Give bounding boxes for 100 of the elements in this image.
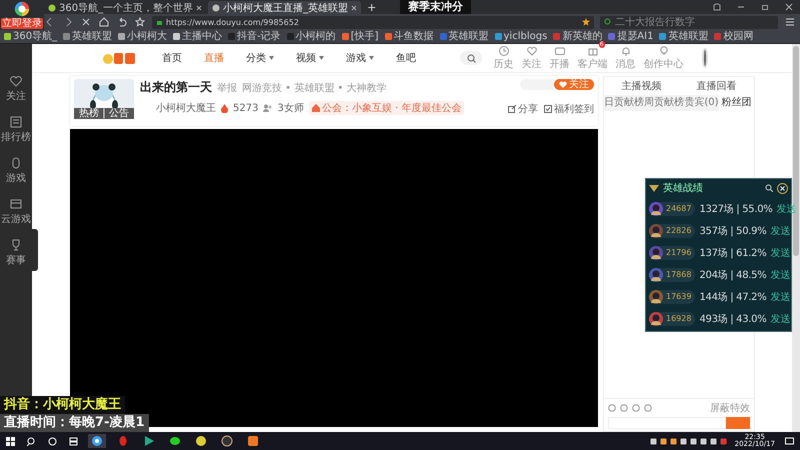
tab-title: 小柯柯大魔王直播_英雄联盟 bbox=[223, 2, 348, 14]
address-field[interactable]: https://www.douyu.com/9985652 bbox=[152, 16, 594, 28]
match-record: 493场 | 43.0% bbox=[699, 312, 766, 326]
browser-tab[interactable]: 360导航_一个主页，整个世界 bbox=[44, 1, 206, 14]
bookmark-icon bbox=[342, 33, 349, 40]
task-view-icon[interactable] bbox=[69, 436, 78, 446]
lock-icon bbox=[156, 18, 163, 26]
menu-icon[interactable] bbox=[785, 17, 795, 27]
bookmark[interactable]: 提瑟AI1 bbox=[608, 30, 654, 42]
bookmark[interactable]: 校园网 bbox=[714, 30, 754, 42]
send-link[interactable]: 发送 bbox=[776, 202, 796, 216]
room-action[interactable]: 分享 bbox=[508, 102, 538, 116]
nav-link[interactable]: 鱼吧 bbox=[396, 51, 416, 65]
close-icon[interactable] bbox=[785, 3, 793, 11]
send-link[interactable]: 发送 bbox=[770, 312, 790, 326]
hero-score: 16928 bbox=[666, 314, 692, 323]
panel-tab[interactable]: 主播视频 bbox=[604, 79, 679, 93]
close-icon[interactable] bbox=[777, 182, 788, 194]
bookmark[interactable]: 360导航_ bbox=[4, 30, 58, 42]
nav-link[interactable]: 视频 bbox=[296, 51, 324, 65]
circle-icon[interactable] bbox=[48, 436, 57, 446]
close-icon[interactable] bbox=[196, 4, 202, 10]
bookmark[interactable]: 新英雄的 bbox=[553, 30, 602, 42]
rank-tab[interactable]: 周贡献榜 bbox=[644, 95, 684, 111]
chat-input-field[interactable] bbox=[608, 417, 726, 429]
room-action[interactable]: 福利签到 bbox=[544, 102, 594, 116]
box-icon[interactable] bbox=[9, 197, 23, 211]
streamer-name[interactable]: 小柯柯大魔王 bbox=[156, 101, 216, 115]
bookmark[interactable]: 小柯柯的 bbox=[286, 30, 336, 42]
panel-tab[interactable]: 直播回看 bbox=[679, 79, 754, 93]
browser-tab[interactable]: 小柯柯大魔王直播_英雄联盟 bbox=[208, 1, 362, 14]
heart-icon bbox=[559, 81, 567, 88]
rank-tab[interactable]: 日贡献榜 bbox=[604, 95, 644, 111]
bookmark[interactable]: yiclblogs bbox=[494, 30, 548, 42]
match-record: 1327场 | 55.0% bbox=[699, 202, 772, 216]
tab-title: 360导航_一个主页，整个世界 bbox=[59, 2, 194, 14]
match-record: 137场 | 61.2% bbox=[699, 246, 766, 260]
bookmark[interactable]: 英雄联盟 bbox=[659, 30, 708, 42]
send-link[interactable]: 发送 bbox=[770, 268, 790, 282]
sidebar-item[interactable]: 赛事 bbox=[6, 253, 26, 267]
room-title: 出来的第一天 bbox=[140, 79, 212, 96]
page-icon bbox=[48, 4, 56, 12]
panel-title: 英雄战绩 bbox=[663, 182, 703, 195]
sidebar-item[interactable]: 排行榜 bbox=[1, 130, 31, 144]
heart-icon[interactable] bbox=[9, 74, 23, 88]
page-icon bbox=[212, 4, 220, 12]
nav-link[interactable]: 分类 bbox=[246, 51, 274, 65]
send-link[interactable]: 发送 bbox=[770, 246, 790, 260]
hero-score: 24687 bbox=[666, 204, 692, 213]
rank-tab[interactable]: 粉丝团 bbox=[719, 95, 754, 111]
windows-start-icon[interactable] bbox=[6, 436, 15, 446]
send-link[interactable]: 发送 bbox=[770, 290, 790, 304]
search-icon[interactable] bbox=[765, 184, 773, 192]
notification-icon[interactable] bbox=[785, 436, 794, 446]
login-badge[interactable]: 立即登录 bbox=[1, 18, 43, 29]
match-record: 144场 | 47.2% bbox=[699, 290, 766, 304]
heart-icon bbox=[526, 45, 538, 57]
match-record: 357场 | 50.9% bbox=[699, 224, 766, 238]
nav-link[interactable]: 首页 bbox=[162, 51, 182, 65]
bookmark[interactable]: 抖音-记录 bbox=[228, 30, 281, 42]
stream-banner: 赛季末冲分 bbox=[400, 0, 471, 14]
list-icon[interactable] bbox=[9, 115, 23, 129]
sidebar-toggle[interactable] bbox=[32, 229, 38, 271]
fish-logo-icon[interactable] bbox=[102, 51, 136, 65]
browser-app-icon[interactable] bbox=[88, 434, 106, 448]
new-tab-button[interactable]: + bbox=[363, 1, 380, 14]
bookmark[interactable]: [快手] bbox=[342, 30, 379, 42]
send-link[interactable]: 发送 bbox=[770, 224, 790, 238]
bookmark-icon bbox=[118, 33, 126, 40]
bookmark-icon bbox=[714, 33, 722, 40]
sidebar-item[interactable]: 游戏 bbox=[6, 171, 26, 185]
browser-logo-icon[interactable] bbox=[14, 1, 30, 17]
bookmark[interactable]: 主播中心 bbox=[173, 30, 222, 42]
restore-icon[interactable] bbox=[761, 3, 769, 11]
search-field[interactable]: 二十大报告行数字 bbox=[600, 16, 778, 28]
search-field[interactable] bbox=[460, 51, 482, 65]
bookmark[interactable]: 英雄联盟 bbox=[440, 30, 489, 42]
bookmark-icon bbox=[608, 33, 616, 40]
undo-icon[interactable] bbox=[117, 17, 127, 27]
bookmark[interactable]: 斗鱼数据 bbox=[384, 30, 434, 42]
shield-icon bbox=[649, 184, 659, 192]
bookmark[interactable]: 英雄联盟 bbox=[63, 30, 112, 42]
follow-count-bar bbox=[520, 79, 554, 90]
avatar[interactable] bbox=[702, 48, 708, 68]
stop-icon[interactable] bbox=[81, 17, 91, 27]
home-icon[interactable] bbox=[99, 17, 109, 27]
sidebar-item[interactable]: 云游戏 bbox=[1, 212, 31, 226]
checkbox-icon bbox=[544, 105, 552, 113]
star-icon[interactable] bbox=[135, 17, 145, 27]
hero-score: 21796 bbox=[666, 248, 692, 257]
bookmark-icon bbox=[659, 33, 666, 40]
nav-link[interactable]: 游戏 bbox=[346, 51, 374, 65]
bookmark[interactable]: 小柯柯大 bbox=[118, 30, 168, 42]
star-icon[interactable] bbox=[582, 18, 590, 26]
bookmark-icon bbox=[173, 33, 180, 40]
sidebar-item[interactable]: 关注 bbox=[6, 89, 26, 103]
stream-caption: 直播时间：每晚7-凌晨1 bbox=[0, 414, 148, 432]
bookmark-icon bbox=[440, 33, 447, 40]
rank-tab[interactable]: 贵宾(0) bbox=[684, 95, 719, 111]
avatar-caption: 热榜 | 公告 bbox=[74, 108, 134, 119]
